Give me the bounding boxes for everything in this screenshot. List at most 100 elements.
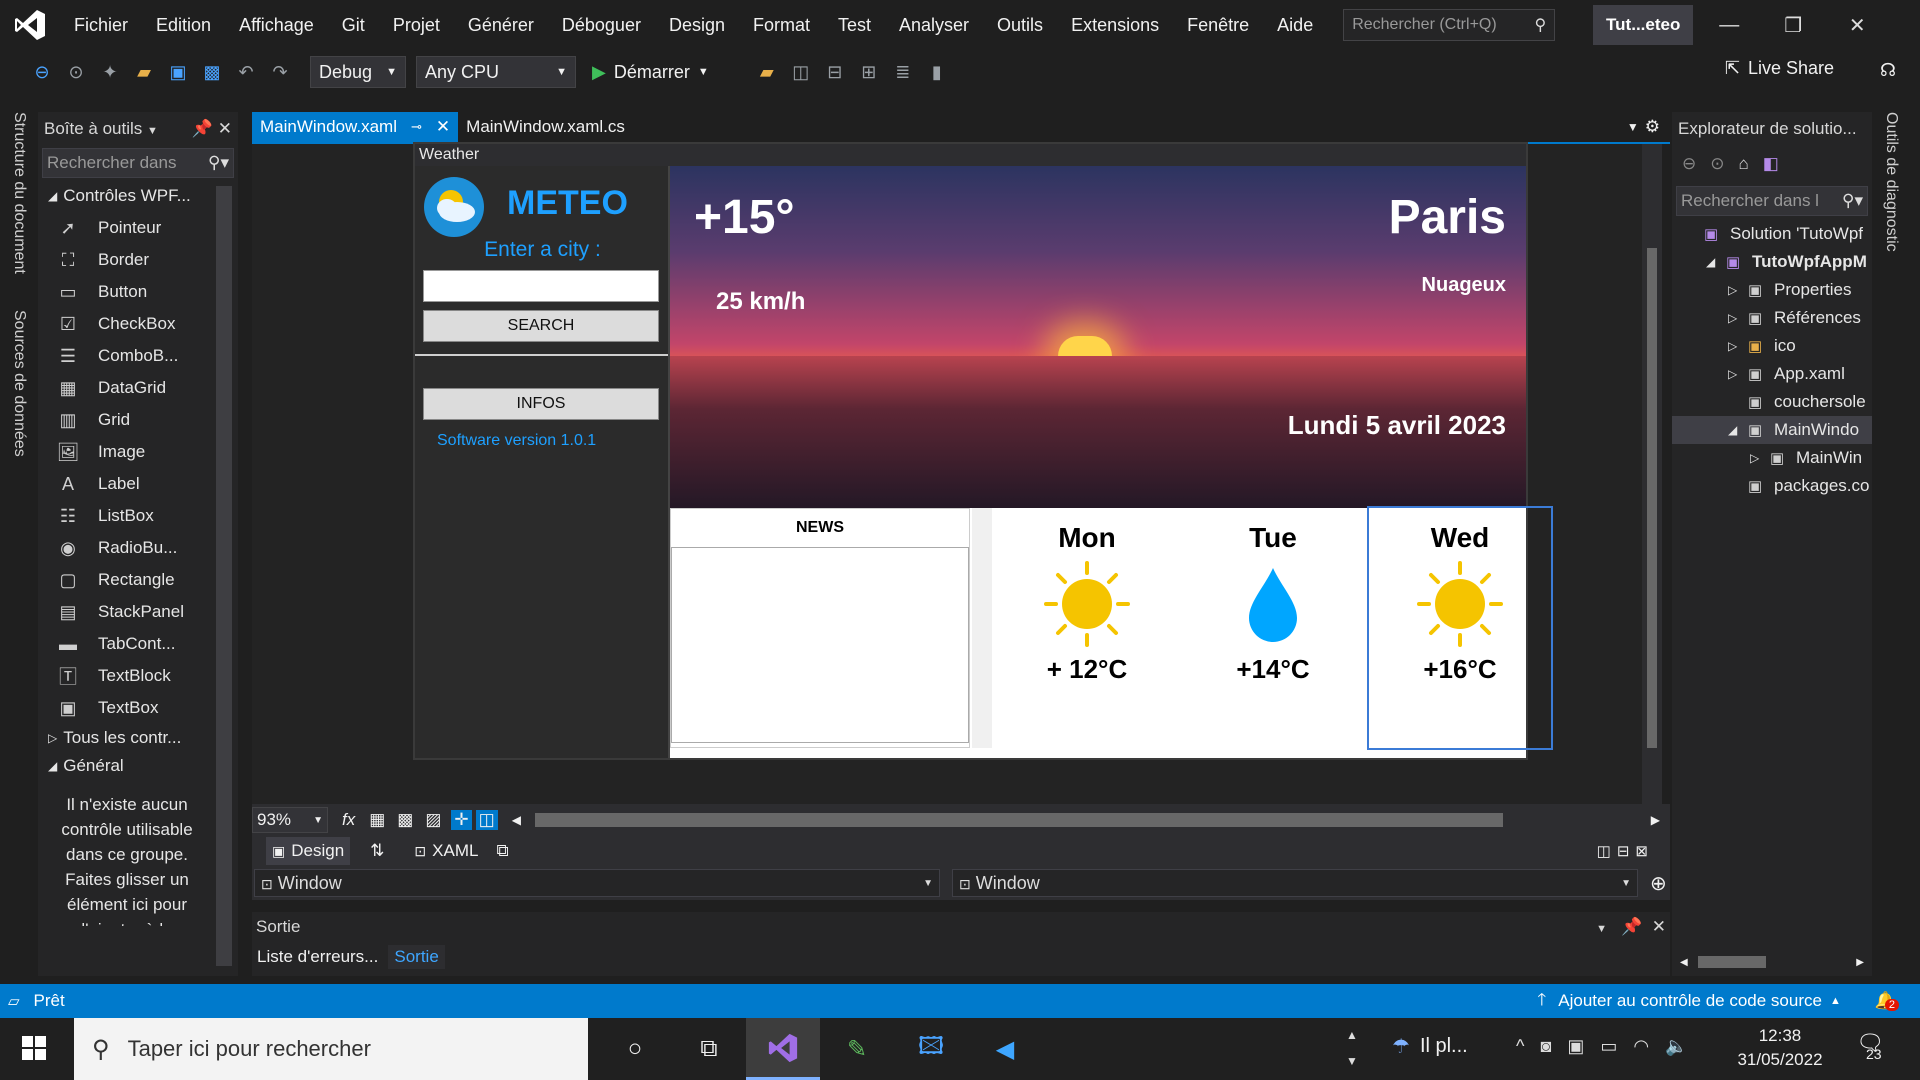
back-icon[interactable]: ⊖ xyxy=(30,62,54,83)
chevron-down-icon[interactable]: ▼ xyxy=(147,125,158,137)
solution-search-input[interactable]: Rechercher dans l ⚲▾ xyxy=(1676,186,1868,216)
visual-studio-taskbar-icon[interactable] xyxy=(746,1018,820,1080)
popout-icon[interactable]: ⧉ xyxy=(496,841,508,861)
menu-item[interactable]: Edition xyxy=(142,0,225,50)
live-share-button[interactable]: ⇱ Live Share xyxy=(1725,58,1834,79)
task-view-icon[interactable]: ⧉ xyxy=(672,1018,746,1080)
camera-icon[interactable]: ◙ xyxy=(1540,1036,1551,1057)
menu-item[interactable]: Aide xyxy=(1263,0,1327,50)
menu-item[interactable]: Git xyxy=(328,0,379,50)
tab-mainwindow-xaml-cs[interactable]: MainWindow.xaml.cs xyxy=(458,112,633,142)
toolbox-item[interactable]: ▭ Button xyxy=(38,276,238,308)
toolbox-item[interactable]: ▦ DataGrid xyxy=(38,372,238,404)
city-input[interactable] xyxy=(423,270,659,302)
toolbox-scrollbar[interactable] xyxy=(216,186,232,966)
designer-icon[interactable]: ◫ xyxy=(789,62,813,83)
folder-icon[interactable]: ▰ xyxy=(755,62,779,83)
bookmark-icon[interactable]: ▮ xyxy=(925,62,949,83)
scroll-left-icon[interactable]: ◀ xyxy=(1680,957,1688,968)
toolbox-item[interactable]: 🖼 Image xyxy=(38,436,238,468)
scroll-right-icon[interactable]: ▶ xyxy=(1651,813,1660,827)
close-icon[interactable]: ✕ xyxy=(1652,917,1666,936)
news-list[interactable] xyxy=(671,547,969,743)
notification-bell-icon[interactable]: 🔔2 xyxy=(1875,991,1899,1011)
xaml-tab[interactable]: ⊡ XAML xyxy=(414,841,478,861)
photos-icon[interactable]: 🖾 xyxy=(894,1018,968,1080)
weather-widget[interactable]: ☂ Il pl... xyxy=(1392,1034,1468,1059)
windows-start-icon[interactable] xyxy=(22,1036,46,1065)
chevron-up-icon[interactable]: ^ xyxy=(1516,1036,1524,1057)
document-outline-tab[interactable]: Structure du document xyxy=(10,112,28,274)
forward-icon[interactable]: ⊙ xyxy=(1710,154,1724,174)
toolbox-item[interactable]: ◉ RadioBu... xyxy=(38,532,238,564)
menu-item[interactable]: Test xyxy=(824,0,885,50)
scroll-left-icon[interactable]: ◀ xyxy=(512,813,521,827)
collapse-pane-icon[interactable]: ⊠ xyxy=(1635,842,1648,860)
solution-hscrollbar[interactable]: ◀ ▶ xyxy=(1680,954,1864,970)
menu-item[interactable]: Format xyxy=(739,0,824,50)
expand-icon[interactable]: ◢ xyxy=(1706,255,1726,269)
visual-studio-logo-icon[interactable] xyxy=(0,0,60,50)
toolbox-item[interactable]: ▬ TabCont... xyxy=(38,628,238,660)
menu-item[interactable]: Affichage xyxy=(225,0,328,50)
menu-item[interactable]: Outils xyxy=(983,0,1057,50)
tab-output[interactable]: Sortie xyxy=(388,945,445,969)
search-button[interactable]: SEARCH xyxy=(423,310,659,342)
expand-icon[interactable]: ▷ xyxy=(1728,311,1748,325)
snap-lines-icon[interactable]: ✛ xyxy=(451,810,472,830)
vscode-icon[interactable]: ◀ xyxy=(968,1018,1042,1080)
toolbox-item[interactable]: ⛶ Border xyxy=(38,244,238,276)
diagnostic-tools-tab[interactable]: Outils de diagnostic xyxy=(1882,112,1900,252)
redo-icon[interactable]: ↷ xyxy=(268,62,292,83)
solution-tree-item[interactable]: ▷ ▣ ico xyxy=(1672,332,1872,360)
solution-tree-item[interactable]: ▣ packages.co xyxy=(1672,472,1872,500)
config-dropdown[interactable]: Debug ▼ xyxy=(310,56,406,88)
scroll-thumb[interactable] xyxy=(1697,956,1766,968)
taskbar-search-box[interactable]: ⚲ Taper ici pour rechercher xyxy=(74,1018,588,1080)
cortana-icon[interactable]: ○ xyxy=(598,1018,672,1080)
project-code-icon[interactable]: ◫ xyxy=(475,810,498,830)
meet-now-icon[interactable]: ▣ xyxy=(1567,1036,1584,1057)
wpf-window-preview[interactable]: Weather METEO Enter a city : SEARCH INFO… xyxy=(413,142,1553,760)
menu-item[interactable]: Fichier xyxy=(60,0,142,50)
solution-tree-item[interactable]: ▷ ▣ Références xyxy=(1672,304,1872,332)
back-icon[interactable]: ⊖ xyxy=(1682,154,1696,174)
close-icon[interactable]: ✕ xyxy=(218,119,232,138)
toolbox-item[interactable]: ☷ ListBox xyxy=(38,500,238,532)
chevron-down-icon[interactable]: ▼ xyxy=(1596,923,1607,935)
solution-tree-item[interactable]: ▷ ▣ App.xaml xyxy=(1672,360,1872,388)
align-icon[interactable]: ⊟ xyxy=(823,62,847,83)
formula-icon[interactable]: fx xyxy=(342,810,355,830)
swap-panes-icon[interactable]: ⇅ xyxy=(370,841,384,861)
tab-mainwindow-xaml[interactable]: MainWindow.xaml ⊸ ✕ xyxy=(252,112,459,142)
design-tab[interactable]: ▣ Design xyxy=(266,837,351,865)
solution-tree-item[interactable]: ▣ Solution 'TutoWpf xyxy=(1672,220,1872,248)
undo-icon[interactable]: ↶ xyxy=(234,62,258,83)
zoom-dropdown[interactable]: 93% ▼ xyxy=(252,807,328,833)
split-icon[interactable]: ⊕ xyxy=(1650,871,1667,896)
artboard-icon[interactable]: ▨ xyxy=(425,810,441,830)
expand-icon[interactable]: ▷ xyxy=(1728,367,1748,381)
expand-icon[interactable]: ▷ xyxy=(1728,339,1748,353)
snap-grid-icon[interactable]: ▩ xyxy=(397,810,413,830)
new-project-icon[interactable]: ✦ xyxy=(98,62,122,83)
feedback-icon[interactable]: ☊ xyxy=(1880,60,1896,81)
horizontal-scroll-thumb[interactable] xyxy=(534,813,1503,827)
toolbox-search-input[interactable]: Rechercher dans ⚲▾ xyxy=(42,148,234,178)
toolbox-item[interactable]: 🅃 TextBlock xyxy=(38,660,238,692)
solution-tree-item[interactable]: ◢ ▣ TutoWpfAppM xyxy=(1672,248,1872,276)
element-selector-right[interactable]: ⊡ Window ▼ xyxy=(952,869,1638,897)
toolbox-general-group[interactable]: ◢ Général xyxy=(38,752,238,780)
infos-button[interactable]: INFOS xyxy=(423,388,659,420)
menu-item[interactable]: Générer xyxy=(454,0,548,50)
volume-icon[interactable]: 🔈 xyxy=(1665,1036,1687,1057)
tab-error-list[interactable]: Liste d'erreurs... xyxy=(257,947,378,967)
open-folder-icon[interactable]: ▰ xyxy=(132,62,156,83)
scroll-right-icon[interactable]: ▶ xyxy=(1856,957,1864,968)
switch-views-icon[interactable]: ◧ xyxy=(1763,154,1779,174)
designer-vertical-scrollbar[interactable] xyxy=(1642,144,1662,804)
split-horizontal-icon[interactable]: ⊟ xyxy=(1617,842,1630,860)
forecast-day-wed[interactable]: Wed +16°C xyxy=(1367,506,1553,750)
forward-icon[interactable]: ⊙ xyxy=(64,62,88,83)
project-name-badge[interactable]: Tut...eteo xyxy=(1593,5,1694,45)
